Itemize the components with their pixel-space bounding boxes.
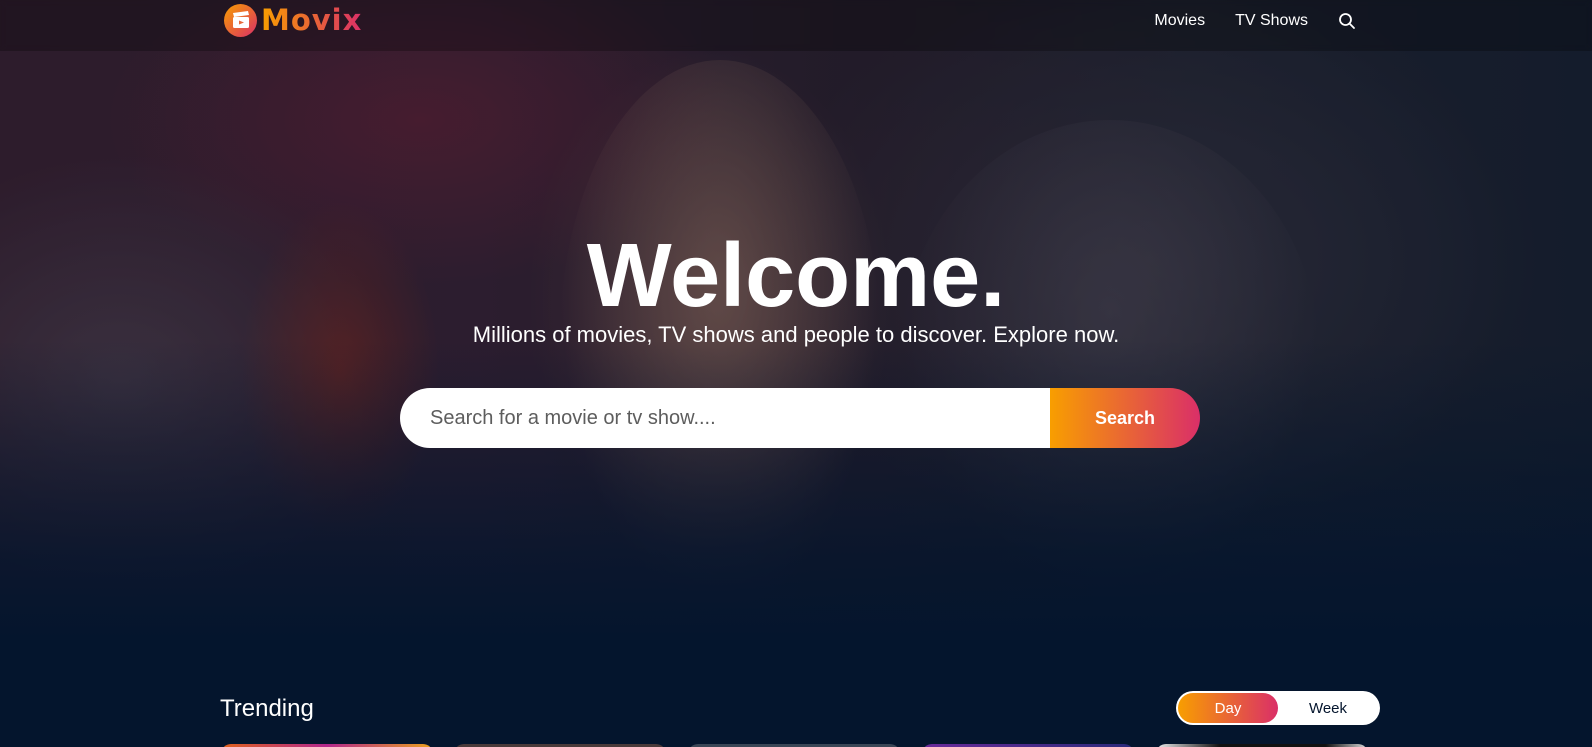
- trending-section: Trending Day Week: [220, 691, 1380, 725]
- site-logo[interactable]: Movix: [224, 2, 362, 38]
- hero-subtitle: Millions of movies, TV shows and people …: [472, 322, 1120, 347]
- search-icon[interactable]: [1338, 12, 1356, 30]
- main-nav: Movies TV Shows: [1154, 10, 1356, 32]
- tab-week[interactable]: Week: [1278, 693, 1378, 723]
- clapperboard-icon: [224, 3, 257, 37]
- tab-day[interactable]: Day: [1178, 693, 1278, 723]
- trending-switch: Day Week: [1176, 691, 1380, 725]
- hero-title: Welcome.: [586, 226, 1006, 326]
- site-header: Movix Movies TV Shows: [0, 0, 1592, 51]
- hero-search-bar: Search: [400, 388, 1200, 448]
- search-button[interactable]: Search: [1050, 388, 1200, 448]
- logo-text: Movix: [261, 3, 363, 37]
- nav-movies[interactable]: Movies: [1154, 12, 1205, 30]
- hero-content: Welcome. Millions of movies, TV shows an…: [0, 226, 1592, 348]
- search-input[interactable]: [400, 388, 1050, 448]
- hero-gradient-fade: [0, 340, 1592, 640]
- nav-tv-shows[interactable]: TV Shows: [1235, 12, 1308, 30]
